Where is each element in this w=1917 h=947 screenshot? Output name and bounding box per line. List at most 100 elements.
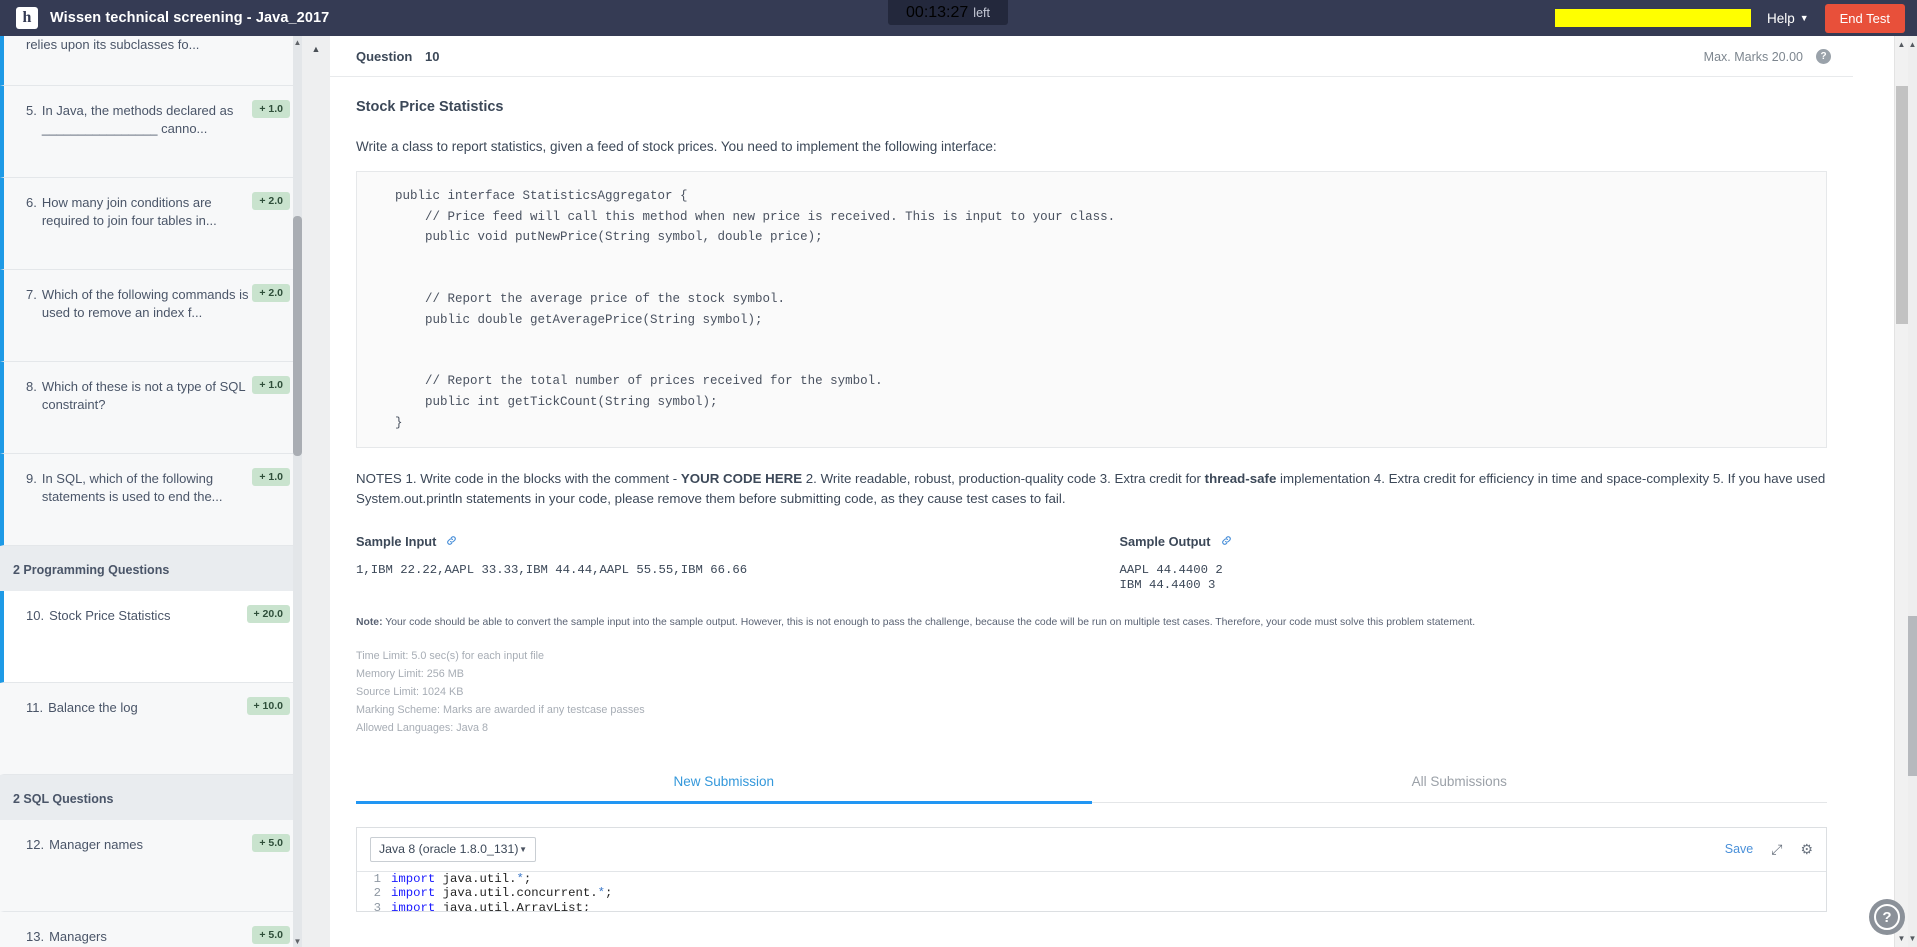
question-header: Question 10 Max. Marks 20.00 ? (330, 36, 1853, 77)
chevron-down-icon: ▼ (1799, 13, 1809, 23)
question-item-number: 8. (26, 379, 37, 394)
list-item[interactable]: 6. How many join conditions are required… (0, 178, 302, 270)
question-item-text: 7. Which of the following commands is us… (26, 286, 252, 321)
note-text: Your code should be able to convert the … (382, 617, 1476, 628)
redacted-user-banner (1554, 9, 1751, 27)
gear-icon[interactable]: ⚙ (1800, 841, 1813, 858)
top-bar-actions: Help ▼ End Test (1554, 0, 1917, 36)
sample-input-label: Sample Input (356, 534, 437, 549)
sidebar-item-managers[interactable]: 13. Managers + 5.0 (0, 912, 302, 947)
question-item-text: 5. In Java, the methods declared as ____… (26, 102, 252, 137)
max-marks-label: Max. Marks 20.00 (1703, 49, 1803, 64)
help-icon[interactable]: ? (1816, 49, 1831, 64)
line-number: 2 (373, 886, 381, 901)
page-title: Wissen technical screening - Java_2017 (50, 10, 330, 26)
brand: h Wissen technical screening - Java_2017 (0, 7, 329, 29)
sample-input-column: Sample Input 1,IBM 22.22,AAPL 33.33,IBM … (356, 534, 1092, 593)
scroll-up-arrow-icon[interactable]: ▲ (1895, 40, 1908, 49)
question-header-left: Question 10 (356, 49, 439, 64)
problem-description: Write a class to report statistics, give… (356, 139, 997, 154)
question-item-text: 6. How many join conditions are required… (26, 194, 252, 229)
limit-source: Source Limit: 1024 KB (356, 685, 464, 698)
question-item-text: relies upon its subclasses fo... (26, 36, 252, 54)
question-item-label: How many join conditions are required to… (41, 195, 217, 228)
main-content: ▲ Question 10 Max. Marks 20.00 ? Stock P… (302, 36, 1917, 947)
scroll-up-arrow-icon[interactable]: ▲ (1908, 40, 1917, 49)
question-marks-badge: + 20.0 (246, 605, 290, 623)
sidebar-item-manager-names[interactable]: 12. Manager names + 5.0 (0, 820, 302, 912)
main-scrollbar-thumb[interactable] (1896, 86, 1908, 324)
submission-tabs: New Submission All Submissions (356, 763, 1828, 804)
tab-new-submission[interactable]: New Submission (356, 763, 1092, 804)
line-number: 1 (373, 871, 381, 886)
question-pane: Question 10 Max. Marks 20.00 ? Stock Pri… (330, 36, 1885, 947)
problem-title: Stock Price Statistics (356, 99, 504, 115)
notes-text: 2. Write readable, robust, production-qu… (802, 471, 1205, 487)
expand-icon[interactable]: ⤢ (1771, 841, 1782, 858)
question-marks-badge: + 1.0 (252, 468, 290, 486)
language-select-value: Java 8 (oracle 1.8.0_131) (379, 842, 519, 857)
help-menu-button[interactable]: Help ▼ (1767, 11, 1809, 26)
question-item-text: 13. Managers (26, 928, 252, 946)
note-line: Note: Your code should be able to conver… (356, 616, 1827, 631)
section-heading-sql: 2 SQL Questions (0, 775, 302, 820)
question-item-label: In SQL, which of the following statement… (41, 471, 223, 504)
question-item-number: 7. (26, 287, 37, 302)
list-item[interactable]: 9. In SQL, which of the following statem… (0, 454, 302, 546)
sample-output-value: AAPL 44.4400 2 IBM 44.4400 3 (1119, 563, 1223, 592)
save-button[interactable]: Save (1725, 842, 1754, 856)
sidebar-scrollbar[interactable]: ▲ ▼ (293, 36, 302, 947)
floating-help-button[interactable]: ? (1869, 899, 1905, 935)
link-icon[interactable] (446, 535, 457, 549)
question-item-label: Manager names (49, 837, 144, 852)
question-list-sidebar[interactable]: relies upon its subclasses fo... 5. In J… (0, 36, 302, 947)
question-item-label: relies upon its subclasses fo... (26, 37, 200, 52)
code-line: 3 import java.util.ArrayList; (357, 901, 1826, 911)
notes-emphasis: YOUR CODE HERE (680, 471, 803, 487)
list-item[interactable]: 8. Which of these is not a type of SQL c… (0, 362, 302, 454)
limits-list: Time Limit: 5.0 sec(s) for each input fi… (356, 647, 1827, 737)
scroll-down-arrow-icon[interactable]: ▼ (1895, 934, 1908, 943)
main-left-gutter[interactable]: ▲ (302, 36, 330, 947)
editor-text-area[interactable]: 1 import java.util.*; 2 import java.util… (357, 870, 1826, 911)
scroll-down-arrow-icon[interactable]: ▼ (293, 935, 302, 947)
editor-toolbar: Java 8 (oracle 1.8.0_131) ▼ Save ⤢ ⚙ (357, 827, 1826, 871)
page-scrollbar[interactable]: ▲ ▼ (1908, 36, 1917, 947)
sidebar-item-balance-the-log[interactable]: 11. Balance the log + 10.0 (0, 683, 302, 775)
main-scrollbar[interactable]: ▲ ▼ (1894, 36, 1908, 947)
list-item[interactable]: relies upon its subclasses fo... (0, 36, 302, 86)
tab-all-submissions[interactable]: All Submissions (1092, 763, 1828, 802)
timer-label: left (973, 5, 990, 20)
list-item[interactable]: 7. Which of the following commands is us… (0, 270, 302, 362)
question-item-label: Managers (49, 929, 107, 944)
line-text: import java.util.ArrayList; (391, 900, 591, 911)
scroll-up-arrow-icon[interactable]: ▲ (293, 36, 302, 48)
language-select[interactable]: Java 8 (oracle 1.8.0_131) ▼ (370, 836, 536, 862)
scroll-down-arrow-icon[interactable]: ▼ (1908, 934, 1917, 943)
editor-tool-buttons: Save ⤢ ⚙ (1725, 841, 1813, 858)
question-item-number: 13. (26, 929, 45, 944)
scroll-up-arrow-icon[interactable]: ▲ (302, 44, 330, 54)
question-item-label: In Java, the methods declared as _______… (41, 103, 234, 136)
sidebar-scrollbar-thumb[interactable] (293, 216, 302, 456)
question-item-number: 9. (26, 471, 37, 486)
question-item-label: Stock Price Statistics (49, 608, 171, 623)
link-icon[interactable] (1221, 535, 1232, 549)
question-marks-badge: + 10.0 (246, 697, 290, 715)
samples-section: Sample Input 1,IBM 22.22,AAPL 33.33,IBM … (356, 534, 1827, 593)
help-menu-label: Help (1766, 10, 1795, 26)
app-logo-icon: h (16, 7, 38, 29)
question-marks-badge: + 1.0 (252, 376, 290, 394)
sidebar-item-stock-price-statistics[interactable]: 10. Stock Price Statistics + 20.0 (0, 591, 302, 683)
chevron-down-icon: ▼ (519, 844, 527, 854)
list-item[interactable]: 5. In Java, the methods declared as ____… (0, 86, 302, 178)
line-text: import java.util.concurrent.*; (391, 886, 613, 901)
notes-text: NOTES 1. Write code in the blocks with t… (356, 471, 681, 487)
section-heading-programming: 2 Programming Questions (0, 546, 302, 591)
timer-value: 00:13:27 (906, 3, 969, 21)
top-bar: h Wissen technical screening - Java_2017… (0, 0, 1917, 36)
limit-marking-scheme: Marking Scheme: Marks are awarded if any… (356, 703, 645, 716)
end-test-button[interactable]: End Test (1824, 3, 1905, 33)
page-scrollbar-thumb[interactable] (1908, 616, 1917, 776)
question-item-text: 11. Balance the log (26, 699, 252, 717)
